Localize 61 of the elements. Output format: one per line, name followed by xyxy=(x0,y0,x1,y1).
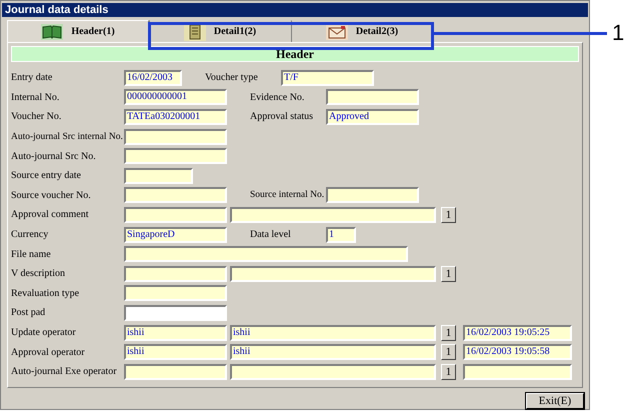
input-field[interactable] xyxy=(124,148,227,164)
field-label: Source internal No. xyxy=(250,190,326,200)
field-label: Currency xyxy=(11,229,50,240)
field-label: Voucher No. xyxy=(11,111,62,122)
field-label: Internal No. xyxy=(11,92,60,103)
input-field[interactable] xyxy=(326,89,419,106)
callout-number: 1 xyxy=(612,20,624,46)
input-field[interactable]: 16/02/2003 19:05:25 xyxy=(463,324,572,341)
lookup-button[interactable]: 1 xyxy=(441,206,456,223)
input-field[interactable] xyxy=(124,128,227,145)
field-label: Post pad xyxy=(11,307,46,318)
field-label: Approval operator xyxy=(11,346,86,358)
input-field[interactable]: 16/02/2003 xyxy=(124,70,182,86)
input-field[interactable]: TATEa030200001 xyxy=(124,108,227,125)
input-field[interactable]: ishii xyxy=(230,324,436,341)
field-label: File name xyxy=(11,248,52,260)
field-label: Revaluation type xyxy=(11,288,80,299)
field-label: Data level xyxy=(250,229,292,240)
field-label: Auto-journal Src No. xyxy=(11,150,97,162)
field-label: Auto-journal Src internal No. xyxy=(11,132,124,142)
section-header: Header xyxy=(11,46,579,62)
input-field[interactable] xyxy=(124,168,193,184)
field-label: Evidence No. xyxy=(250,92,306,103)
lookup-button[interactable]: 1 xyxy=(441,364,456,380)
input-field[interactable] xyxy=(230,266,436,282)
input-field[interactable] xyxy=(124,206,227,223)
field-label: Auto-journal Exe operator xyxy=(11,366,118,378)
input-field[interactable]: ishii xyxy=(230,344,436,360)
input-field[interactable] xyxy=(124,304,227,321)
input-field[interactable] xyxy=(124,187,227,204)
input-field[interactable]: ishii xyxy=(124,344,227,360)
input-field[interactable]: ishii xyxy=(124,324,227,341)
input-field[interactable] xyxy=(463,364,572,380)
lookup-button[interactable]: 1 xyxy=(441,266,456,282)
lookup-button[interactable]: 1 xyxy=(441,324,456,341)
input-field[interactable]: Approved xyxy=(326,108,419,125)
input-field[interactable] xyxy=(124,266,227,282)
field-label: V description xyxy=(11,268,66,280)
input-field[interactable]: 1 xyxy=(326,226,356,243)
input-field[interactable] xyxy=(230,364,436,380)
tab[interactable]: Header(1) xyxy=(7,20,149,42)
field-label: Source voucher No. xyxy=(11,190,92,201)
field-label: Voucher type xyxy=(205,72,259,84)
input-field[interactable] xyxy=(124,364,227,380)
exit-button[interactable]: Exit(E) xyxy=(526,393,584,409)
input-field[interactable] xyxy=(124,246,408,262)
input-field[interactable]: 16/02/2003 19:05:58 xyxy=(463,344,572,360)
field-label: Source entry date xyxy=(11,170,82,182)
input-field[interactable]: SingaporeD xyxy=(124,226,227,243)
input-field[interactable] xyxy=(124,285,227,302)
input-field[interactable] xyxy=(326,187,419,204)
input-field[interactable]: 000000000001 xyxy=(124,89,227,106)
input-field[interactable]: T/F xyxy=(281,70,374,86)
field-label: Update operator xyxy=(11,327,77,338)
field-label: Entry date xyxy=(11,72,54,84)
window-title: Journal data details xyxy=(2,3,588,17)
input-field[interactable] xyxy=(230,206,436,223)
field-label: Approval comment xyxy=(11,209,90,220)
field-label: Approval status xyxy=(250,111,314,122)
lookup-button[interactable]: 1 xyxy=(441,344,456,360)
book-icon xyxy=(41,24,64,40)
